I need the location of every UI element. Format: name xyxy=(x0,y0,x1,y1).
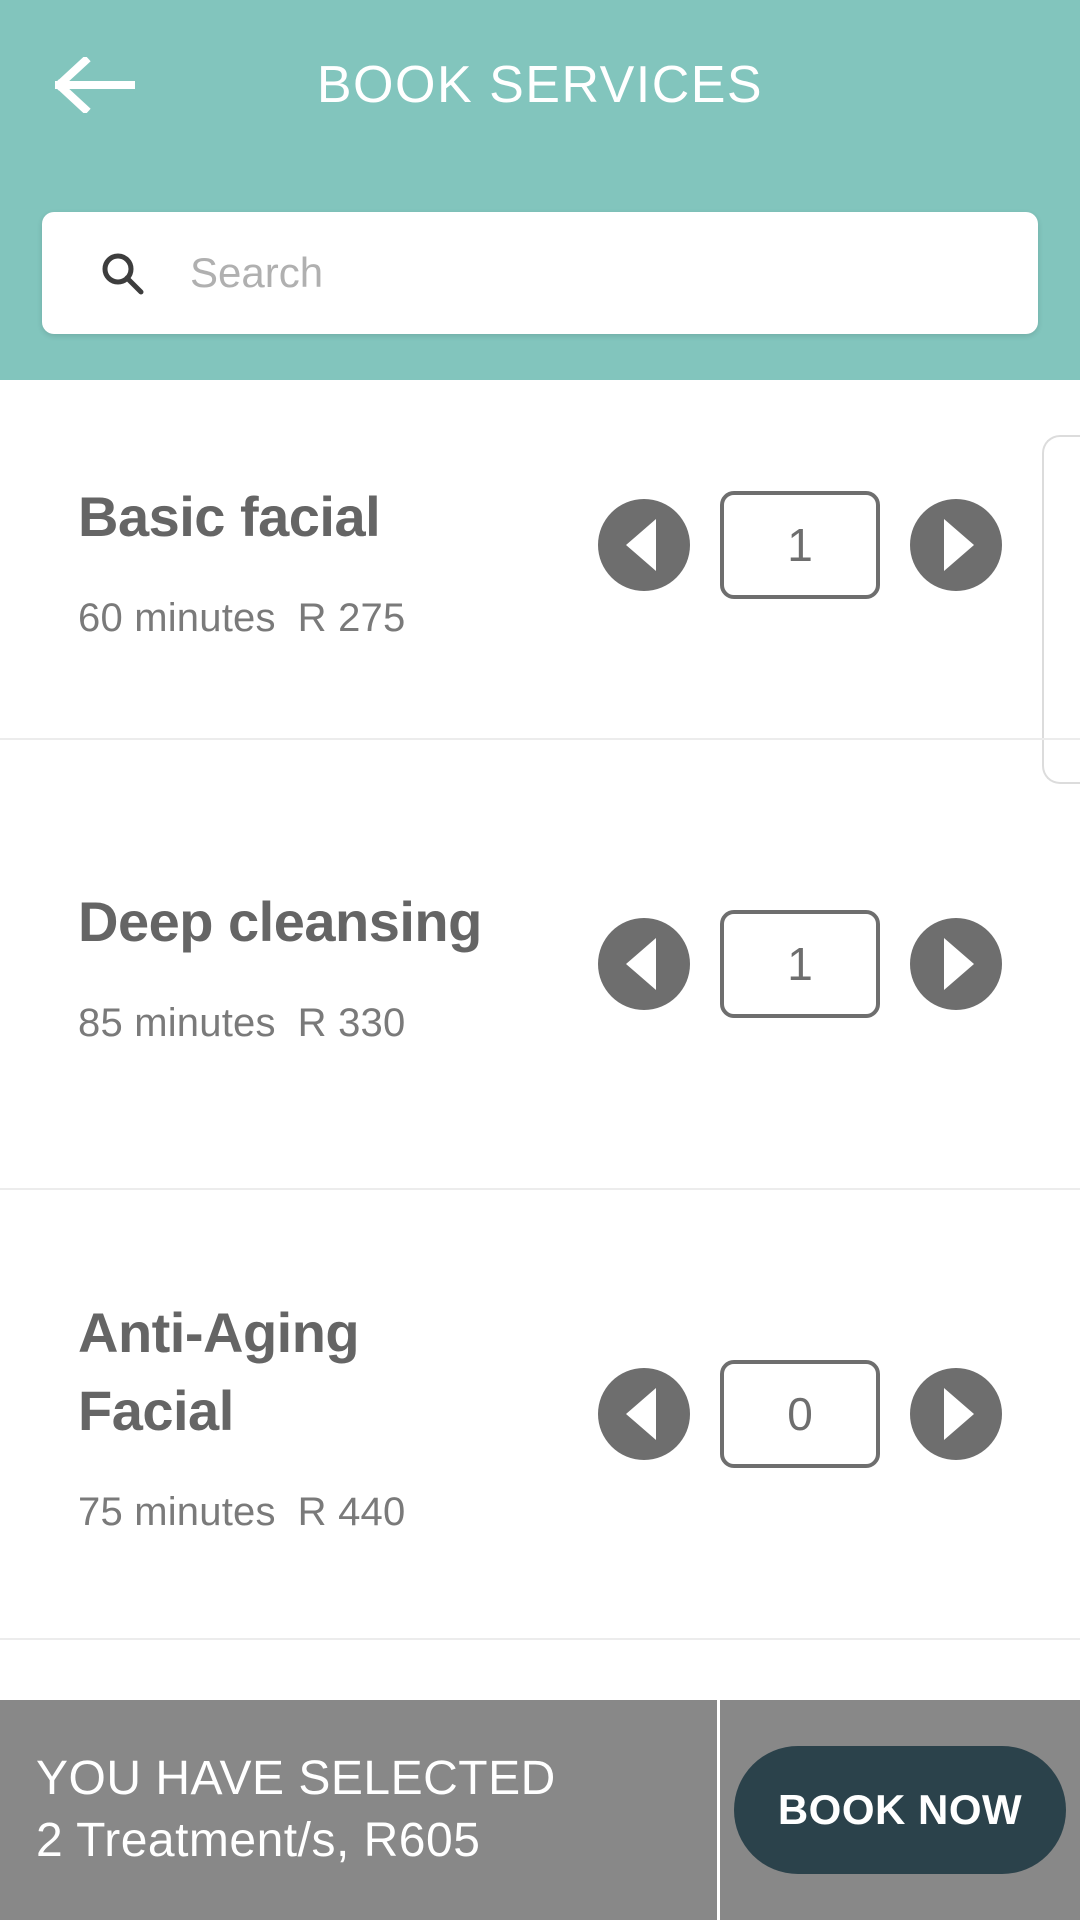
triangle-left-icon xyxy=(626,1388,656,1440)
service-duration: 60 minutes xyxy=(78,595,276,640)
page-title: BOOK SERVICES xyxy=(316,56,764,114)
service-duration: 85 minutes xyxy=(78,1000,276,1045)
triangle-left-icon xyxy=(626,519,656,571)
service-duration: 75 minutes xyxy=(78,1489,276,1534)
increment-button[interactable] xyxy=(910,918,1002,1010)
service-meta: 60 minutes R 275 xyxy=(78,596,618,641)
service-price: R 275 xyxy=(297,595,406,640)
triangle-right-icon xyxy=(944,938,974,990)
table-row[interactable]: Deep cleansing 85 minutes R 330 1 xyxy=(0,740,1080,1190)
service-name: Anti-Aging Facial xyxy=(78,1300,360,1442)
service-info: Deep cleansing 85 minutes R 330 xyxy=(78,883,618,1046)
decrement-button[interactable] xyxy=(598,1368,690,1460)
quantity-value[interactable]: 0 xyxy=(720,1360,880,1468)
service-meta: 85 minutes R 330 xyxy=(78,1001,618,1046)
table-row[interactable]: Day to day make-up 1 xyxy=(0,1640,1080,1650)
service-price: R 440 xyxy=(297,1489,406,1534)
triangle-left-icon xyxy=(626,938,656,990)
header-bar: BOOK SERVICES xyxy=(0,0,1080,170)
service-name: Deep cleansing xyxy=(78,889,482,953)
book-now-container: BOOK NOW xyxy=(720,1746,1080,1874)
search-icon xyxy=(100,251,144,295)
service-price: R 330 xyxy=(297,1000,406,1045)
decrement-button[interactable] xyxy=(598,918,690,1010)
quantity-value[interactable]: 1 xyxy=(720,491,880,599)
quantity-stepper[interactable]: 0 xyxy=(598,1360,1002,1468)
selection-summary: YOU HAVE SELECTED 2 Treatment/s, R605 xyxy=(0,1748,717,1872)
summary-detail: 2 Treatment/s, R605 xyxy=(36,1814,481,1867)
service-meta: 75 minutes R 440 xyxy=(78,1490,618,1535)
triangle-right-icon xyxy=(944,519,974,571)
book-services-screen: BOOK SERVICES Basic facial 60 minutes R 2… xyxy=(0,0,1080,1920)
quantity-stepper[interactable]: 1 xyxy=(598,491,1002,599)
book-now-button[interactable]: BOOK NOW xyxy=(733,1746,1067,1874)
summary-label: YOU HAVE SELECTED xyxy=(36,1752,556,1805)
triangle-right-icon xyxy=(944,1388,974,1440)
search-bar[interactable] xyxy=(42,212,1038,334)
decrement-button[interactable] xyxy=(598,499,690,591)
app-header: BOOK SERVICES xyxy=(0,0,1080,380)
service-info: Basic facial 60 minutes R 275 xyxy=(78,478,618,641)
increment-button[interactable] xyxy=(910,499,1002,591)
increment-button[interactable] xyxy=(910,1368,1002,1460)
service-info: Anti-Aging Facial 75 minutes R 440 xyxy=(78,1294,618,1535)
service-name: Basic facial xyxy=(78,484,381,548)
table-row[interactable]: Basic facial 60 minutes R 275 1 xyxy=(0,380,1080,740)
quantity-stepper[interactable]: 1 xyxy=(598,910,1002,1018)
search-input[interactable] xyxy=(190,249,970,297)
selection-summary-bar: YOU HAVE SELECTED 2 Treatment/s, R605 BO… xyxy=(0,1700,1080,1920)
services-list[interactable]: Basic facial 60 minutes R 275 1 Deep clea… xyxy=(0,380,1080,1650)
quantity-value[interactable]: 1 xyxy=(720,910,880,1018)
table-row[interactable]: Anti-Aging Facial 75 minutes R 440 0 xyxy=(0,1190,1080,1640)
